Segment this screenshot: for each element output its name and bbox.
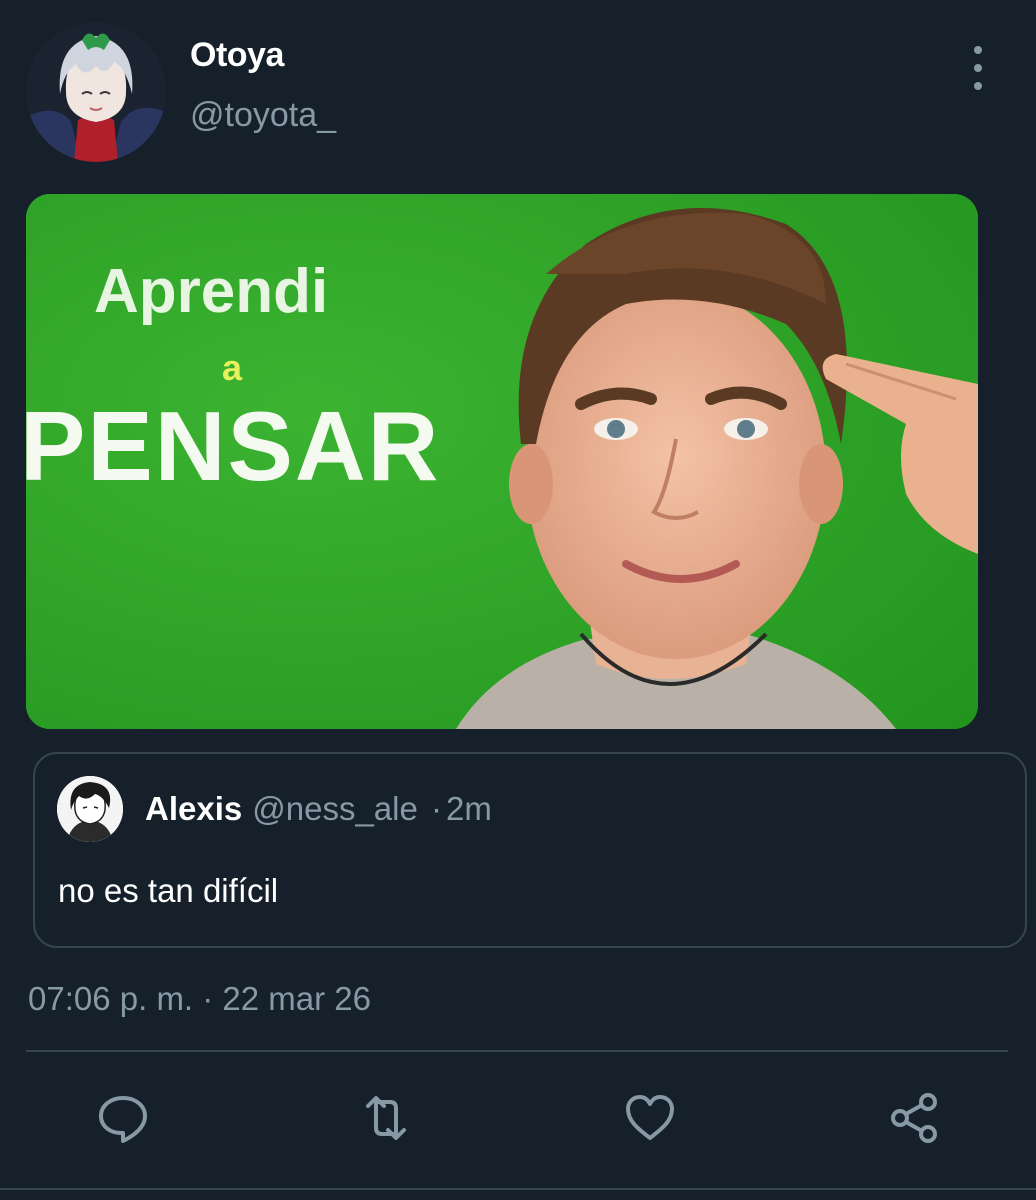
- share-icon: [891, 1093, 937, 1143]
- tweet-timestamp[interactable]: 07:06 p. m. · 22 mar 26: [28, 980, 371, 1018]
- reply-icon: [99, 1096, 147, 1143]
- reply-button[interactable]: [95, 1090, 151, 1146]
- quoted-time: 2m: [446, 790, 492, 827]
- like-button[interactable]: [622, 1090, 678, 1146]
- divider: [26, 1050, 1008, 1052]
- author-handle[interactable]: @toyota_: [190, 96, 336, 135]
- author-avatar[interactable]: [26, 22, 166, 162]
- more-dot: [974, 46, 982, 54]
- tweet-detail-view: Otoya @toyota_ Aprendi a PENSAR Alexis @…: [0, 0, 1036, 1200]
- quoted-author-name[interactable]: Alexis: [145, 790, 242, 827]
- media-text-aprendi: Aprendi: [94, 257, 328, 326]
- quoted-author-avatar[interactable]: [57, 776, 123, 842]
- more-dot: [974, 64, 982, 72]
- share-button[interactable]: [886, 1090, 942, 1146]
- retweet-button[interactable]: [358, 1090, 414, 1146]
- tweet-media-image[interactable]: Aprendi a PENSAR: [26, 194, 978, 729]
- bottom-divider: [0, 1188, 1036, 1190]
- quoted-tweet-card[interactable]: Alexis @ness_ale · 2m no es tan difícil: [33, 752, 1027, 948]
- quoted-separator: ·: [431, 790, 443, 827]
- quoted-tweet-text: no es tan difícil: [58, 872, 279, 909]
- quoted-tweet-header: Alexis @ness_ale · 2m: [145, 790, 492, 828]
- more-dot: [974, 82, 982, 90]
- media-text-pensar: PENSAR: [26, 391, 440, 501]
- author-display-name[interactable]: Otoya: [190, 36, 284, 75]
- media-text-a: a: [222, 347, 243, 388]
- retweet-icon: [366, 1096, 406, 1140]
- quoted-author-handle[interactable]: @ness_ale: [252, 790, 418, 827]
- more-options-icon[interactable]: [958, 46, 998, 90]
- like-icon: [626, 1095, 674, 1140]
